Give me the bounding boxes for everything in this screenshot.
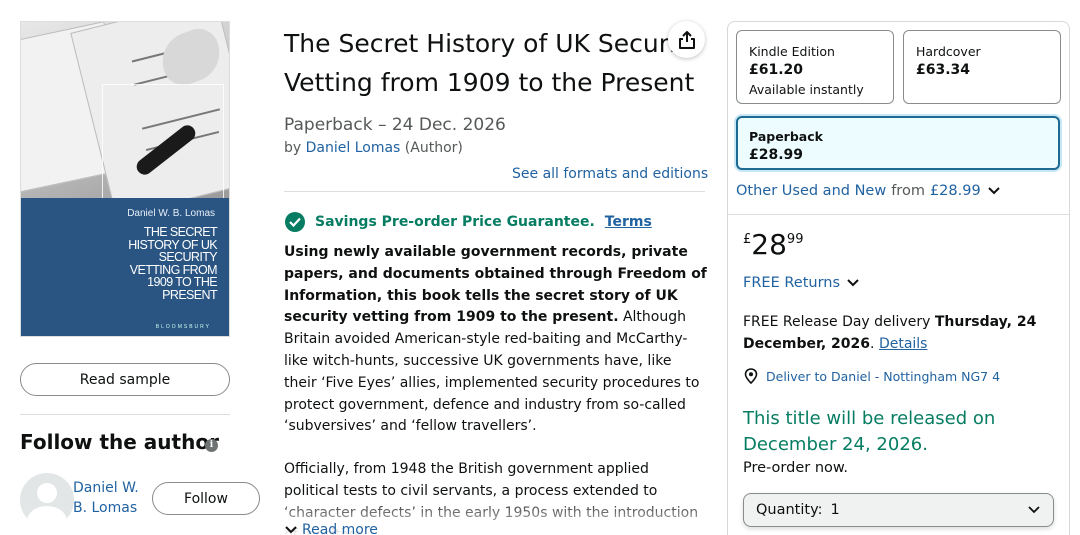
other-used-from: from bbox=[891, 183, 925, 199]
format-name: Paperback bbox=[749, 129, 823, 144]
quantity-label: Quantity: bbox=[756, 502, 823, 518]
avatar-icon[interactable] bbox=[20, 473, 74, 527]
free-returns-link[interactable]: FREE Returns bbox=[743, 275, 860, 291]
delivery-prefix: FREE Release Day delivery bbox=[743, 314, 931, 330]
book-description: Using newly available government records… bbox=[284, 242, 708, 535]
quantity-display: Quantity: 1 bbox=[756, 502, 840, 518]
read-more-label: Read more bbox=[302, 522, 378, 535]
terms-link[interactable]: Terms bbox=[605, 214, 652, 230]
format-name: Kindle Edition bbox=[749, 44, 835, 59]
chevron-down-icon bbox=[987, 187, 1000, 195]
read-more-link[interactable]: Read more bbox=[284, 522, 378, 535]
avatar-head bbox=[37, 483, 57, 503]
format-option-paperback[interactable]: Paperback £28.99 bbox=[736, 116, 1060, 170]
chevron-down-icon bbox=[285, 526, 297, 534]
format-price: £28.99 bbox=[749, 147, 804, 163]
author-profile-link[interactable]: Daniel W. B. Lomas bbox=[73, 478, 153, 518]
product-title: The Secret History of UK Security Vettin… bbox=[284, 24, 704, 145]
description-paragraph: Using newly available government records… bbox=[284, 242, 708, 438]
returns-label: FREE Returns bbox=[743, 275, 841, 291]
divider bbox=[728, 214, 1069, 215]
location-pin-icon bbox=[744, 368, 758, 384]
format-note: Available instantly bbox=[749, 82, 864, 97]
book-title: The Secret History of UK Security Vettin… bbox=[284, 29, 701, 97]
other-used-and-new-link[interactable]: Other Used and New from £28.99 bbox=[736, 183, 1001, 199]
delivery-info: FREE Release Day delivery Thursday, 24 D… bbox=[743, 314, 1037, 352]
book-cover-image[interactable]: Daniel W. B. Lomas THE SECRET HISTORY OF… bbox=[20, 21, 230, 337]
cover-author: Daniel W. B. Lomas bbox=[127, 208, 215, 219]
other-used-price: £28.99 bbox=[929, 183, 981, 199]
format-price: £61.20 bbox=[749, 62, 804, 78]
format-option-hardcover[interactable]: Hardcover £63.34 bbox=[903, 30, 1061, 104]
follow-button[interactable]: Follow bbox=[152, 482, 260, 515]
format-price: £63.34 bbox=[916, 62, 971, 78]
guarantee-text: Savings Pre-order Price Guarantee. bbox=[315, 214, 595, 230]
byline: by Daniel Lomas (Author) bbox=[284, 140, 463, 156]
deliver-to-link[interactable]: Deliver to Daniel - Nottingham NG7 4 bbox=[743, 368, 1000, 384]
format-and-date: Paperback – 24 Dec. 2026 bbox=[284, 115, 506, 135]
format-name: Hardcover bbox=[916, 44, 981, 59]
share-button[interactable] bbox=[668, 21, 705, 58]
quantity-select[interactable]: Quantity: 1 bbox=[743, 493, 1054, 527]
share-icon bbox=[678, 30, 695, 49]
price-whole: 28 bbox=[751, 228, 787, 261]
delivery-details-link[interactable]: Details bbox=[879, 336, 928, 352]
preorder-text: Pre-order now. bbox=[743, 460, 849, 476]
cover-title: THE SECRET HISTORY OF UK SECURITY VETTIN… bbox=[128, 225, 217, 302]
info-icon[interactable]: i bbox=[205, 439, 218, 452]
byline-author-role: (Author) bbox=[404, 140, 463, 156]
follow-author-heading: Follow the author bbox=[20, 430, 219, 454]
avatar-shoulders bbox=[27, 506, 67, 527]
see-all-formats-link[interactable]: See all formats and editions bbox=[512, 166, 708, 182]
deliver-to-label: Deliver to Daniel - Nottingham NG7 4 bbox=[766, 368, 1001, 384]
divider bbox=[20, 414, 230, 415]
price: £2899 bbox=[743, 228, 803, 261]
other-used-label: Other Used and New bbox=[736, 183, 887, 199]
description-rest: Although Britain avoided American-style … bbox=[284, 309, 700, 435]
price-symbol: £ bbox=[743, 232, 752, 247]
chevron-down-icon bbox=[847, 279, 859, 287]
quantity-value: 1 bbox=[830, 502, 840, 518]
release-message: This title will be released on December … bbox=[743, 408, 996, 455]
chevron-down-icon bbox=[1028, 506, 1040, 514]
format-option-kindle[interactable]: Kindle Edition £61.20 Available instantl… bbox=[736, 30, 894, 104]
check-circle-icon bbox=[285, 212, 305, 232]
byline-by: by bbox=[284, 140, 302, 156]
price-guarantee: Savings Pre-order Price Guarantee. Terms bbox=[285, 212, 652, 232]
price-fraction: 99 bbox=[786, 232, 804, 247]
divider bbox=[284, 191, 705, 192]
cover-publisher: BLOOMSBURY bbox=[155, 324, 211, 330]
byline-author-link[interactable]: Daniel Lomas bbox=[306, 140, 401, 156]
read-sample-button[interactable]: Read sample bbox=[20, 363, 230, 396]
